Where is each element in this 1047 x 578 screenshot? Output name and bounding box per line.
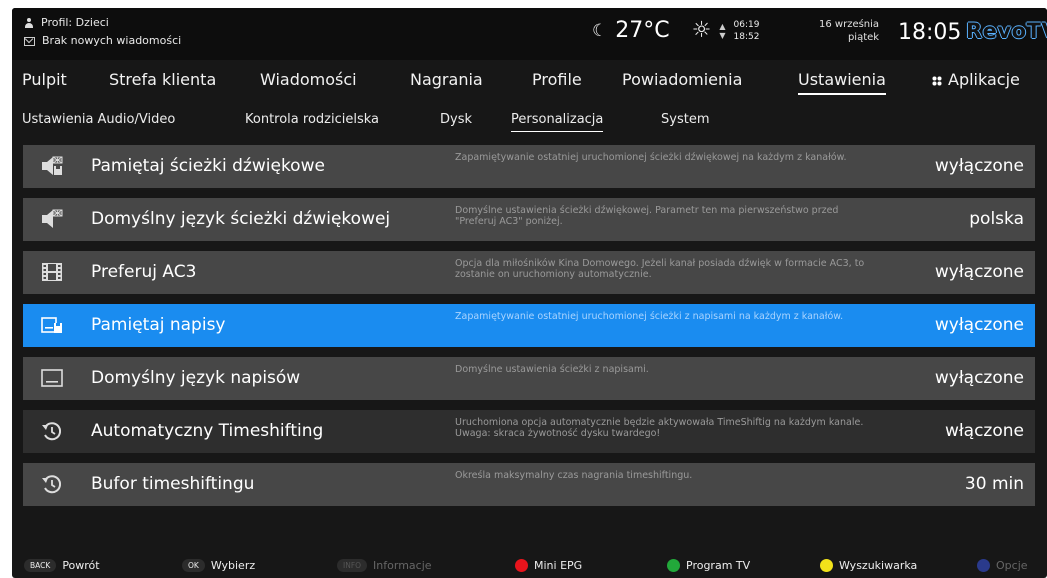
hint-red-label: Mini EPG — [534, 559, 583, 572]
hint-info-label: Informacje — [373, 559, 432, 572]
setting-description: Domyślne ustawienia ścieżki dźwiękowej. … — [455, 205, 839, 227]
setting-description: Domyślne ustawienia ścieżki z napisami. — [455, 364, 649, 375]
settings-tabs: Ustawienia Audio/Video Kontrola rodzicie… — [12, 112, 1047, 138]
messages-indicator: Brak nowych wiadomości — [24, 34, 181, 47]
setting-value: włączone — [944, 421, 1024, 441]
setting-value: 30 min — [964, 474, 1024, 494]
ok-key-badge: OK — [182, 559, 205, 572]
mail-icon — [24, 37, 35, 46]
setting-value: wyłączone — [934, 156, 1024, 176]
hint-blue-label: Opcje — [996, 559, 1028, 572]
setting-label: Domyślny język ścieżki dźwiękowej — [91, 209, 391, 229]
profile-label: Profil: Dzieci — [41, 16, 109, 29]
hint-ok[interactable]: OK Wybierz — [182, 559, 255, 572]
subtitle-save-icon — [41, 317, 62, 333]
setting-row-remember-audio[interactable]: Pamiętaj ścieżki dźwiękowe Zapamiętywani… — [23, 145, 1035, 188]
setting-row-remember-subtitles[interactable]: Pamiętaj napisy Zapamiętywanie ostatniej… — [23, 304, 1035, 347]
hint-ok-label: Wybierz — [210, 559, 256, 572]
sun-icon: ☼ — [691, 18, 712, 43]
film-strip-icon — [42, 263, 62, 281]
hint-red[interactable]: Mini EPG — [515, 559, 582, 572]
hint-back-label: Powrót — [62, 559, 100, 572]
setting-value: wyłączone — [934, 315, 1024, 335]
nav-powiadomienia[interactable]: Powiadomienia — [622, 70, 742, 89]
subtitle-icon — [41, 369, 63, 387]
setting-row-default-subtitle-language[interactable]: Domyślny język napisów Domyślne ustawien… — [23, 357, 1035, 400]
weekday: piątek — [847, 32, 880, 43]
messages-label: Brak nowych wiadomości — [42, 34, 182, 47]
sun-arrows-icon: ▲ ▼ — [719, 21, 726, 40]
nav-aplikacje[interactable]: Aplikacje — [932, 70, 1020, 89]
hint-info[interactable]: INFO Informacje — [337, 559, 432, 572]
setting-label: Pamiętaj napisy — [91, 315, 226, 335]
hint-back[interactable]: BACK Powrót — [24, 559, 100, 572]
sunset-time: 18:52 — [733, 31, 760, 42]
date-display: 16 września piątek — [819, 18, 879, 44]
sunrise-time: 06:19 — [733, 19, 760, 30]
top-status-bar: Profil: Dzieci Brak nowych wiadomości ☾ … — [12, 8, 1047, 60]
weather-widget: ☾ 27°C ☼ ▲ ▼ 06:19 18:52 — [592, 18, 759, 43]
person-icon — [24, 17, 34, 28]
setting-row-default-audio-language[interactable]: Domyślny język ścieżki dźwiękowej Domyśl… — [23, 198, 1035, 241]
setting-description: Zapamiętywanie ostatniej uruchomionej śc… — [455, 152, 847, 163]
hint-green-label: Program TV — [686, 559, 751, 572]
setting-label: Pamiętaj ścieżki dźwiękowe — [91, 156, 325, 176]
tab-audio-video[interactable]: Ustawienia Audio/Video — [22, 112, 175, 127]
setting-description: Zapamiętywanie ostatniej uruchomionej śc… — [455, 311, 844, 322]
hint-yellow-label: Wyszukiwarka — [839, 559, 918, 572]
setting-value: wyłączone — [934, 262, 1024, 282]
setting-description: Opcja dla miłośników Kina Domowego. Jeże… — [455, 258, 865, 280]
tab-kontrola-rodzicielska[interactable]: Kontrola rodzicielska — [245, 112, 379, 127]
setting-label: Automatyczny Timeshifting — [91, 421, 324, 441]
nav-ustawienia[interactable]: Ustawienia — [798, 70, 886, 95]
setting-value: polska — [969, 209, 1024, 229]
tab-dysk[interactable]: Dysk — [440, 112, 472, 127]
remote-key-hints: BACK Powrót OK Wybierz INFO Informacje M… — [12, 556, 1047, 578]
setting-description: Określa maksymalny czas nagrania timeshi… — [455, 470, 693, 481]
info-key-badge: INFO — [337, 559, 368, 572]
moon-icon: ☾ — [592, 20, 608, 41]
speaker-flag-icon — [42, 209, 63, 228]
timeshift-icon — [42, 422, 62, 441]
brand-logo: RevoTV — [966, 19, 1047, 43]
tab-personalizacja[interactable]: Personalizacja — [511, 112, 604, 132]
setting-description: Uruchomiona opcja automatycznie będzie a… — [455, 417, 864, 439]
profile-indicator: Profil: Dzieci — [24, 16, 109, 29]
blue-button-icon — [977, 559, 990, 572]
timeshift-icon — [42, 475, 62, 494]
nav-nagrania[interactable]: Nagrania — [410, 70, 483, 89]
hint-yellow[interactable]: Wyszukiwarka — [820, 559, 917, 572]
nav-aplikacje-label: Aplikacje — [948, 70, 1020, 89]
main-navigation: Pulpit Strefa klienta Wiadomości Nagrani… — [12, 70, 1047, 102]
green-button-icon — [667, 559, 680, 572]
tab-system[interactable]: System — [661, 112, 709, 127]
tv-screen: Profil: Dzieci Brak nowych wiadomości ☾ … — [12, 8, 1047, 578]
nav-wiadomosci[interactable]: Wiadomości — [260, 70, 357, 89]
yellow-button-icon — [820, 559, 833, 572]
setting-row-timeshift-buffer[interactable]: Bufor timeshiftingu Określa maksymalny c… — [23, 463, 1035, 506]
sun-times: 06:19 18:52 — [734, 19, 760, 43]
back-key-badge: BACK — [24, 559, 57, 572]
nav-profile[interactable]: Profile — [532, 70, 582, 89]
apps-grid-icon — [932, 76, 942, 86]
setting-label: Preferuj AC3 — [91, 262, 197, 282]
nav-strefa-klienta[interactable]: Strefa klienta — [109, 70, 216, 89]
setting-row-auto-timeshifting[interactable]: Automatyczny Timeshifting Uruchomiona op… — [23, 410, 1035, 453]
hint-blue[interactable]: Opcje — [977, 559, 1028, 572]
setting-label: Bufor timeshiftingu — [91, 474, 255, 494]
setting-value: wyłączone — [934, 368, 1024, 388]
nav-pulpit[interactable]: Pulpit — [22, 70, 67, 89]
hint-green[interactable]: Program TV — [667, 559, 750, 572]
red-button-icon — [515, 559, 528, 572]
clock: 18:05 — [898, 20, 962, 45]
date: 16 września — [819, 19, 880, 30]
temperature: 27°C — [615, 18, 670, 43]
setting-row-prefer-ac3[interactable]: Preferuj AC3 Opcja dla miłośników Kina D… — [23, 251, 1035, 294]
speaker-flag-icon — [42, 156, 63, 175]
setting-label: Domyślny język napisów — [91, 368, 301, 388]
